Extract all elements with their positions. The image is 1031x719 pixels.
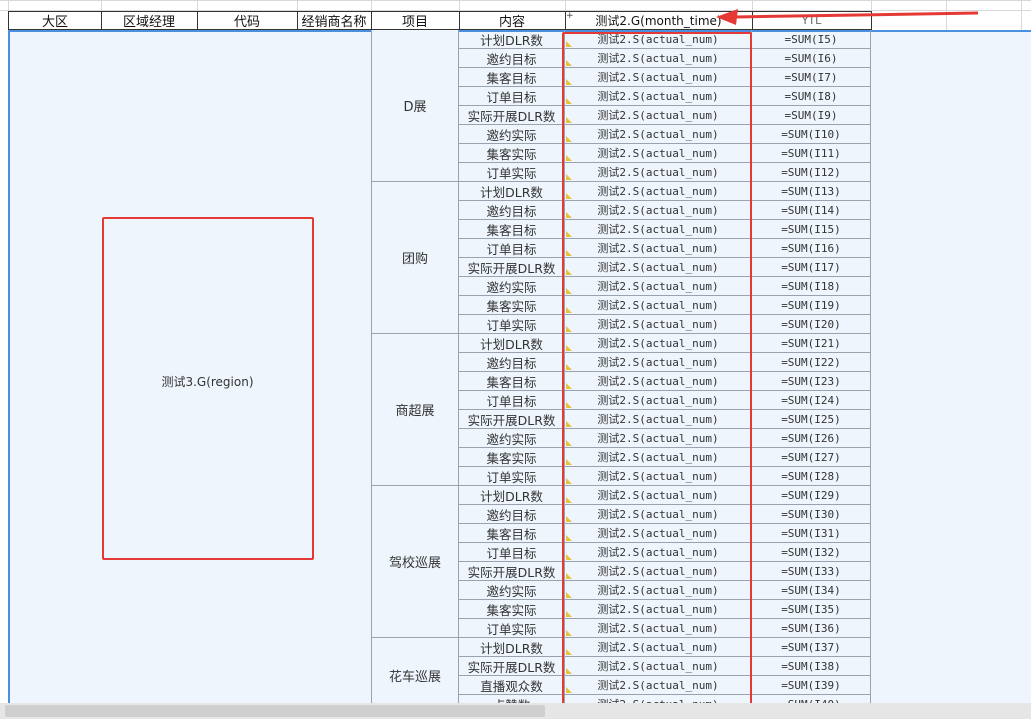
- sum-formula-cell[interactable]: =SUM(I24): [752, 391, 871, 410]
- content-cell[interactable]: 集客实际: [459, 600, 565, 619]
- content-cell[interactable]: 邀约目标: [459, 505, 565, 524]
- content-cell[interactable]: 计划DLR数: [459, 182, 565, 201]
- sum-formula-cell[interactable]: =SUM(I35): [752, 600, 871, 619]
- project-cell[interactable]: D展: [371, 30, 459, 182]
- sum-formula-cell[interactable]: =SUM(I33): [752, 562, 871, 581]
- content-cell[interactable]: 订单实际: [459, 315, 565, 334]
- content-cell[interactable]: 实际开展DLR数: [459, 562, 565, 581]
- sum-formula-cell[interactable]: =SUM(I21): [752, 334, 871, 353]
- content-cell[interactable]: 实际开展DLR数: [459, 657, 565, 676]
- content-cell[interactable]: 集客实际: [459, 448, 565, 467]
- sum-formula-cell[interactable]: =SUM(I9): [752, 106, 871, 125]
- sum-formula-cell[interactable]: =SUM(I38): [752, 657, 871, 676]
- content-cell[interactable]: 订单实际: [459, 163, 565, 182]
- annotation-arrow-icon: [716, 9, 979, 25]
- content-cell[interactable]: 邀约目标: [459, 201, 565, 220]
- sum-formula-cell[interactable]: =SUM(I19): [752, 296, 871, 315]
- sum-formula-cell[interactable]: =SUM(I17): [752, 258, 871, 277]
- content-cell[interactable]: 订单实际: [459, 619, 565, 638]
- content-cell[interactable]: 实际开展DLR数: [459, 258, 565, 277]
- content-cell[interactable]: 集客实际: [459, 144, 565, 163]
- sum-formula-cell[interactable]: =SUM(I8): [752, 87, 871, 106]
- content-cell[interactable]: 订单目标: [459, 87, 565, 106]
- content-cell[interactable]: 订单目标: [459, 543, 565, 562]
- sum-formula-cell[interactable]: =SUM(I27): [752, 448, 871, 467]
- sum-formula-cell[interactable]: =SUM(I40): [752, 695, 871, 703]
- content-cell[interactable]: 计划DLR数: [459, 638, 565, 657]
- sum-formula-cell[interactable]: =SUM(I39): [752, 676, 871, 695]
- content-cell[interactable]: 订单目标: [459, 239, 565, 258]
- content-cell[interactable]: 邀约实际: [459, 277, 565, 296]
- sum-formula-cell[interactable]: =SUM(I14): [752, 201, 871, 220]
- scrollbar-thumb[interactable]: [5, 705, 545, 717]
- content-cell[interactable]: 邀约实际: [459, 581, 565, 600]
- content-cell[interactable]: 订单实际: [459, 467, 565, 486]
- content-cell[interactable]: 邀约目标: [459, 49, 565, 68]
- content-cell[interactable]: 点赞数: [459, 695, 565, 703]
- content-cell[interactable]: 计划DLR数: [459, 486, 565, 505]
- sum-formula-cell[interactable]: =SUM(I16): [752, 239, 871, 258]
- sum-formula-cell[interactable]: =SUM(I7): [752, 68, 871, 87]
- sum-formula-cell[interactable]: =SUM(I37): [752, 638, 871, 657]
- content-cell[interactable]: 邀约实际: [459, 429, 565, 448]
- project-cell[interactable]: 驾校巡展: [371, 486, 459, 638]
- content-cell[interactable]: 邀约目标: [459, 353, 565, 372]
- sum-formula-cell[interactable]: =SUM(I30): [752, 505, 871, 524]
- annotation-box-values: [562, 32, 752, 703]
- sum-formula-cell[interactable]: =SUM(I6): [752, 49, 871, 68]
- sum-formula-cell[interactable]: =SUM(I25): [752, 410, 871, 429]
- content-cell[interactable]: 邀约实际: [459, 125, 565, 144]
- project-cell[interactable]: 商超展: [371, 334, 459, 486]
- project-cell[interactable]: 团购: [371, 182, 459, 334]
- annotation-box-region: [102, 217, 314, 560]
- sum-formula-cell[interactable]: =SUM(I18): [752, 277, 871, 296]
- sum-formula-cell[interactable]: =SUM(I26): [752, 429, 871, 448]
- sum-formula-cell[interactable]: =SUM(I10): [752, 125, 871, 144]
- content-cell[interactable]: 计划DLR数: [459, 334, 565, 353]
- content-cell[interactable]: 集客目标: [459, 220, 565, 239]
- sum-formula-cell[interactable]: =SUM(I29): [752, 486, 871, 505]
- content-cell[interactable]: 实际开展DLR数: [459, 410, 565, 429]
- sum-formula-cell[interactable]: =SUM(I13): [752, 182, 871, 201]
- content-cell[interactable]: 实际开展DLR数: [459, 106, 565, 125]
- content-cell[interactable]: 集客目标: [459, 524, 565, 543]
- sum-formula-cell[interactable]: =SUM(I32): [752, 543, 871, 562]
- sum-formula-cell[interactable]: =SUM(I36): [752, 619, 871, 638]
- sum-formula-cell[interactable]: =SUM(I28): [752, 467, 871, 486]
- project-cell[interactable]: 花车巡展: [371, 638, 459, 703]
- spreadsheet-grid[interactable]: 大区 区域经理 代码 经销商名称 项目 内容 测试2.G(month_time)…: [0, 0, 1031, 703]
- sum-formula-cell[interactable]: =SUM(I22): [752, 353, 871, 372]
- content-cell[interactable]: 集客实际: [459, 296, 565, 315]
- sum-formula-cell[interactable]: =SUM(I23): [752, 372, 871, 391]
- sum-formula-cell[interactable]: =SUM(I20): [752, 315, 871, 334]
- sum-formula-cell[interactable]: =SUM(I15): [752, 220, 871, 239]
- sum-formula-cell[interactable]: =SUM(I34): [752, 581, 871, 600]
- sum-formula-cell[interactable]: =SUM(I11): [752, 144, 871, 163]
- content-cell[interactable]: 订单目标: [459, 391, 565, 410]
- content-cell[interactable]: 集客目标: [459, 372, 565, 391]
- content-cell[interactable]: 直播观众数: [459, 676, 565, 695]
- sum-formula-cell[interactable]: =SUM(I31): [752, 524, 871, 543]
- content-cell[interactable]: 集客目标: [459, 68, 565, 87]
- sum-formula-cell[interactable]: =SUM(I12): [752, 163, 871, 182]
